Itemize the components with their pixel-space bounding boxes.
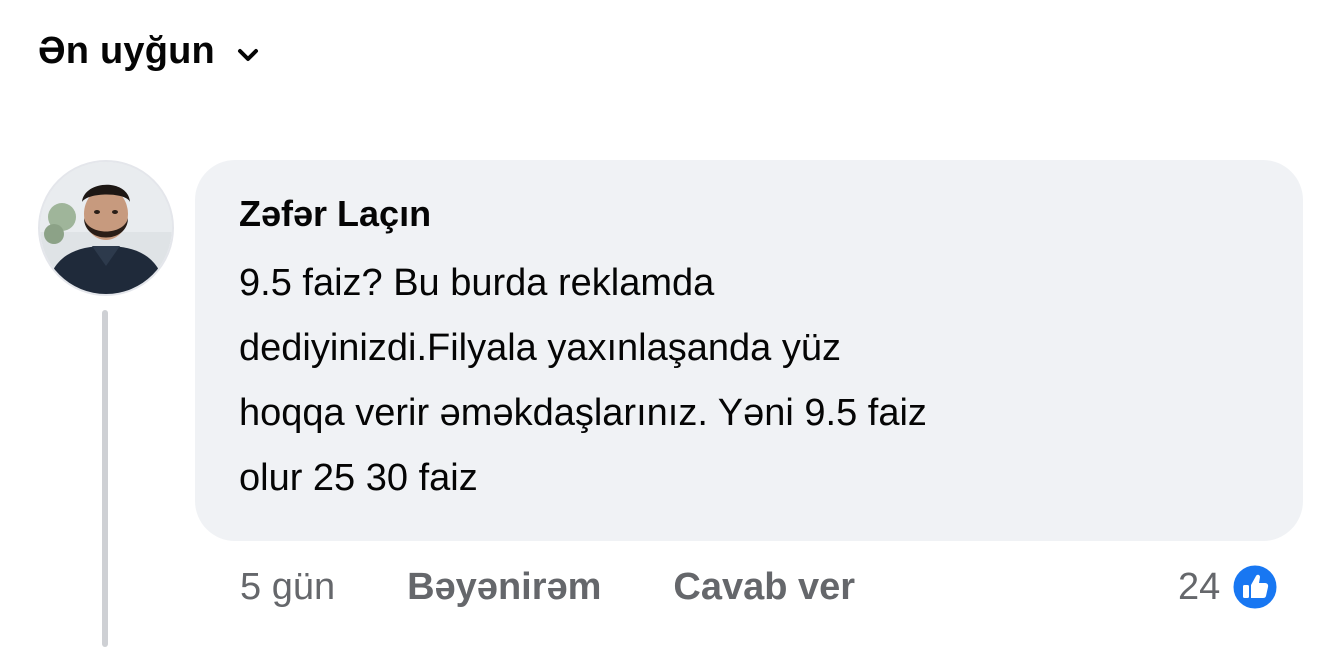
like-button[interactable]: Bəyənirəm [407, 566, 601, 609]
avatar[interactable] [38, 160, 174, 296]
reply-button[interactable]: Cavab ver [673, 566, 855, 609]
comment-line: olur 25 30 faiz [239, 457, 478, 499]
comment-section: Ən uyğun Zəfər Laçın 9.5 faiz? Bu burda … [0, 0, 1332, 647]
comment-body: 9.5 faiz? Bu burda reklamda dediyinizdi.… [239, 251, 1239, 511]
comment-line: hoqqa verir əməkdaşlarınız. Yəni 9.5 fai… [239, 392, 927, 434]
comment-author[interactable]: Zəfər Laçın [239, 192, 1259, 236]
chevron-down-icon [237, 48, 259, 62]
comment-bubble: Zəfər Laçın 9.5 faiz? Bu burda reklamda … [195, 160, 1303, 541]
comment-timestamp[interactable]: 5 gün [240, 566, 335, 609]
comment-line: 9.5 faiz? Bu burda reklamda [239, 262, 715, 304]
sort-label: Ən uyğun [38, 30, 215, 72]
thumbs-up-icon [1230, 562, 1280, 612]
sort-dropdown[interactable]: Ən uyğun [38, 30, 259, 73]
comment-line: dediyinizdi.Filyala yaxınlaşanda yüz [239, 327, 841, 369]
profile-photo [40, 162, 172, 294]
comment-actions: 5 gün Bəyənirəm Cavab ver [240, 566, 855, 609]
reply-thread-line [102, 310, 108, 647]
reaction-summary[interactable]: 24 [1178, 562, 1280, 612]
reaction-count: 24 [1178, 565, 1221, 608]
